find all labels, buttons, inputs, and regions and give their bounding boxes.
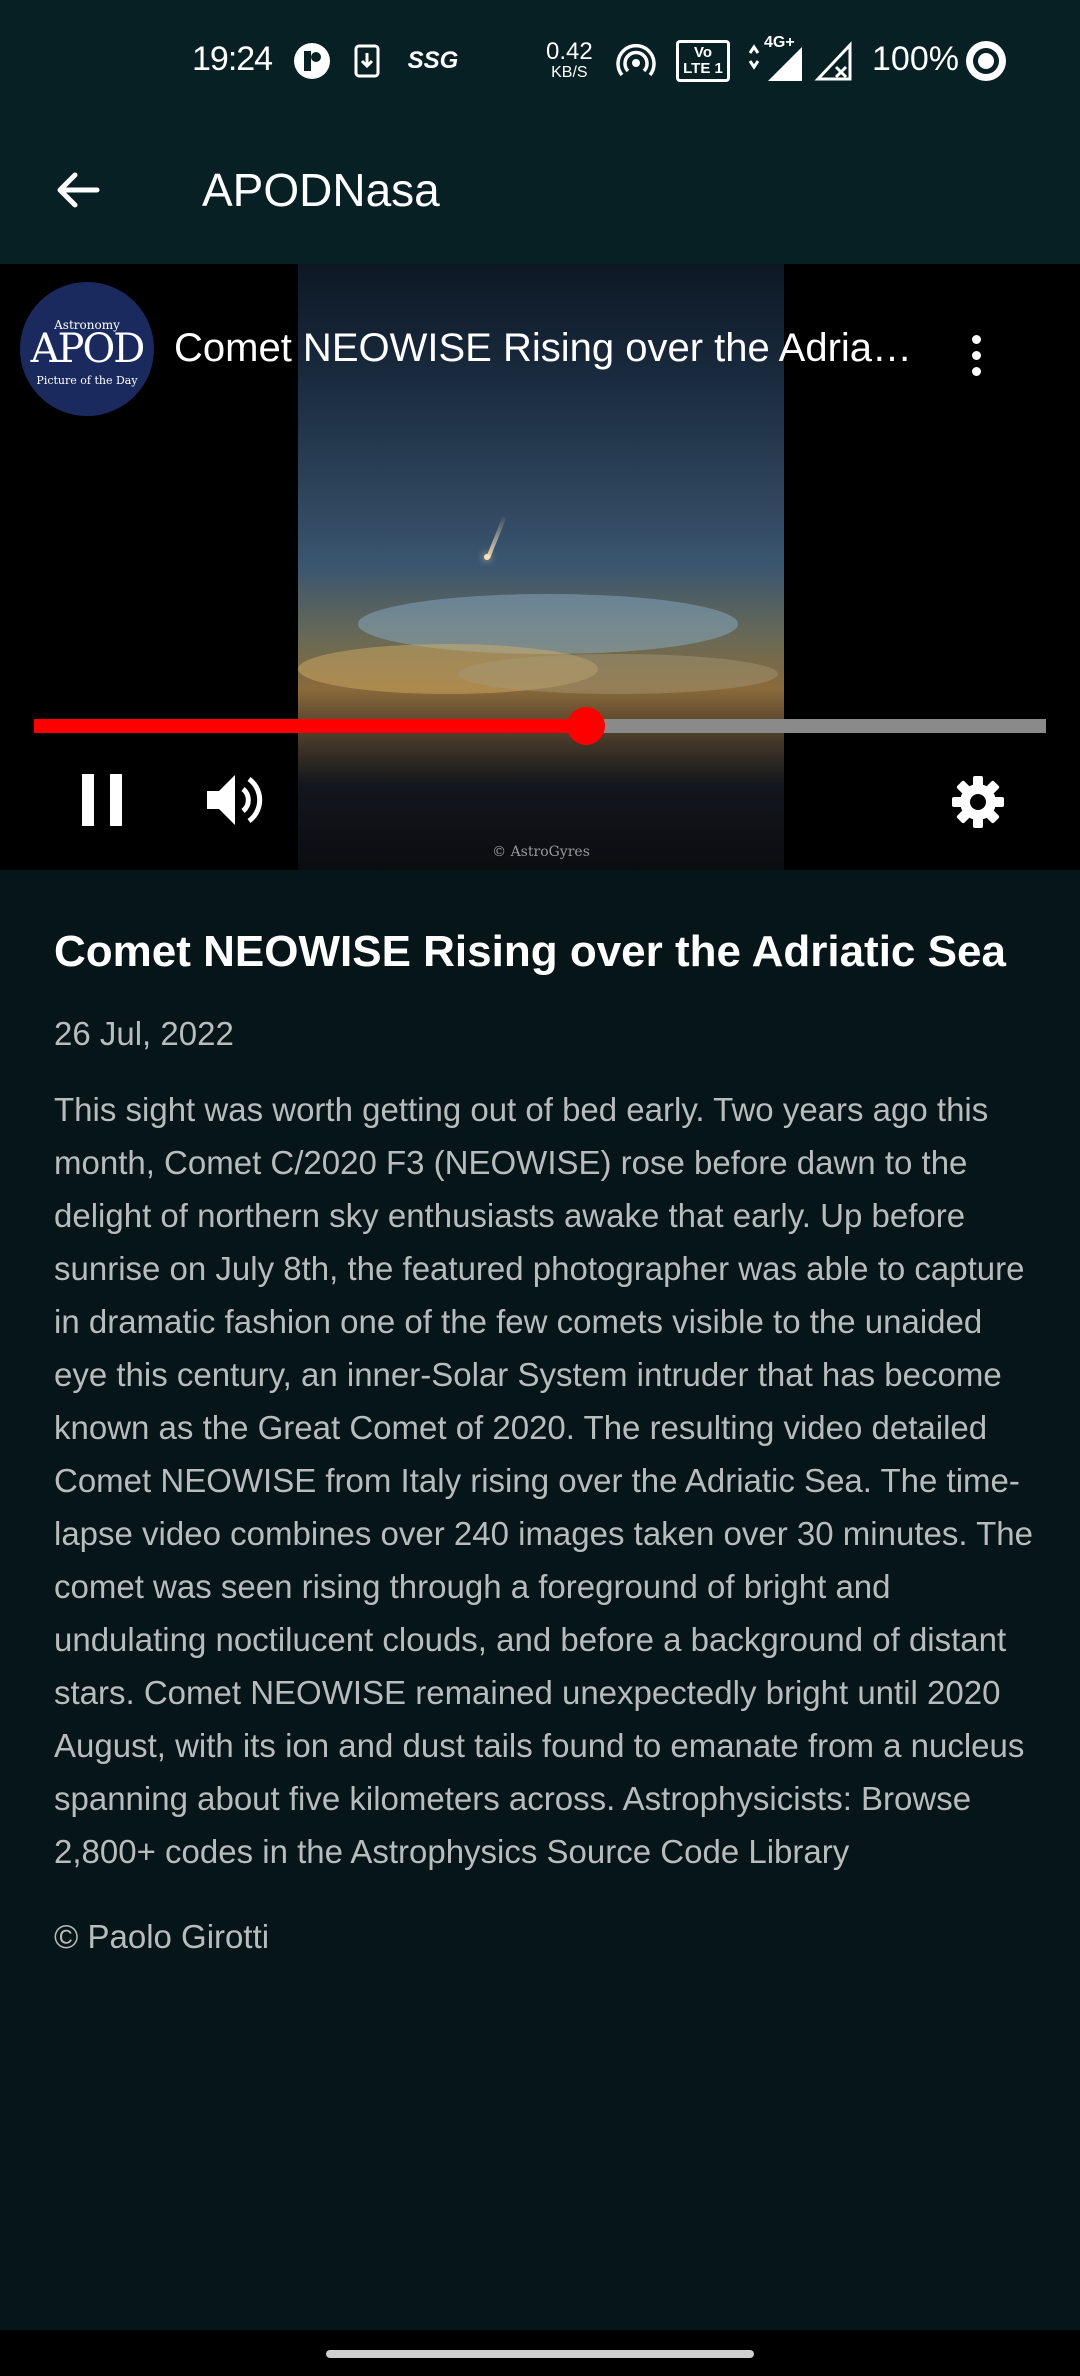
no-signal-icon	[812, 38, 856, 84]
pause-button[interactable]	[72, 768, 132, 832]
network-speed-value: 0.42	[546, 38, 593, 65]
battery-percentage: 100%	[872, 40, 959, 78]
gesture-handle[interactable]	[326, 2350, 754, 2358]
app-bar: APODNasa	[0, 124, 1080, 264]
article-description: This sight was worth getting out of bed …	[54, 1091, 1033, 1870]
notification-app-icon	[290, 38, 334, 84]
article-copyright: © Paolo Girotti	[54, 1918, 270, 1955]
channel-logo-bottom: Picture of the Day	[36, 374, 138, 387]
article-date: 26 Jul, 2022	[54, 1015, 234, 1052]
more-dot	[971, 350, 981, 360]
progress-scrubber[interactable]	[566, 707, 605, 745]
settings-icon	[952, 776, 1004, 828]
4g-signal-icon: 4G+	[744, 34, 804, 84]
network-type-label: 4G+	[764, 34, 795, 51]
cloud-layer	[458, 654, 778, 694]
channel-logo[interactable]: Astronomy APOD Picture of the Day	[20, 282, 154, 416]
article-content: Comet NEOWISE Rising over the Adriatic S…	[54, 920, 1044, 1956]
more-vertical-icon	[971, 334, 981, 344]
network-speed: 0.42 KB/S	[546, 40, 593, 82]
hotspot-icon	[612, 38, 660, 84]
settings-button[interactable]	[948, 772, 1008, 832]
pause-icon	[82, 774, 122, 826]
more-dot	[971, 366, 981, 376]
progress-bar[interactable]	[34, 707, 1046, 745]
volte-icon: Vo LTE 1	[676, 38, 730, 84]
volume-button[interactable]	[200, 768, 268, 832]
status-bar: 19:24 SSG 0.42 KB/S Vo LTE 1 4G+ 100%	[0, 0, 1080, 124]
app-title: APODNasa	[202, 164, 440, 216]
video-title[interactable]: Comet NEOWISE Rising over the Adriatic S…	[174, 326, 914, 371]
volume-icon	[207, 775, 263, 825]
comet-tail	[486, 514, 508, 559]
comet-head	[484, 554, 490, 560]
channel-logo-mid: APOD	[30, 326, 146, 372]
battery-ring-icon	[962, 38, 1010, 84]
system-nav-bar	[0, 2330, 1080, 2376]
video-watermark: © AstroGyres	[492, 844, 590, 860]
progress-played	[34, 719, 586, 733]
more-options-button[interactable]	[954, 320, 998, 390]
download-icon	[350, 38, 384, 84]
video-player[interactable]: © AstroGyres Astronomy APOD Picture of t…	[0, 264, 1080, 870]
arrow-left-icon	[57, 172, 100, 208]
ssg-icon: SSG	[407, 47, 459, 74]
network-speed-unit: KB/S	[551, 64, 588, 81]
status-time: 19:24	[192, 40, 273, 78]
volte-label: Vo LTE 1	[676, 40, 730, 82]
article-title: Comet NEOWISE Rising over the Adriatic S…	[54, 927, 1006, 976]
back-button[interactable]	[46, 158, 110, 222]
